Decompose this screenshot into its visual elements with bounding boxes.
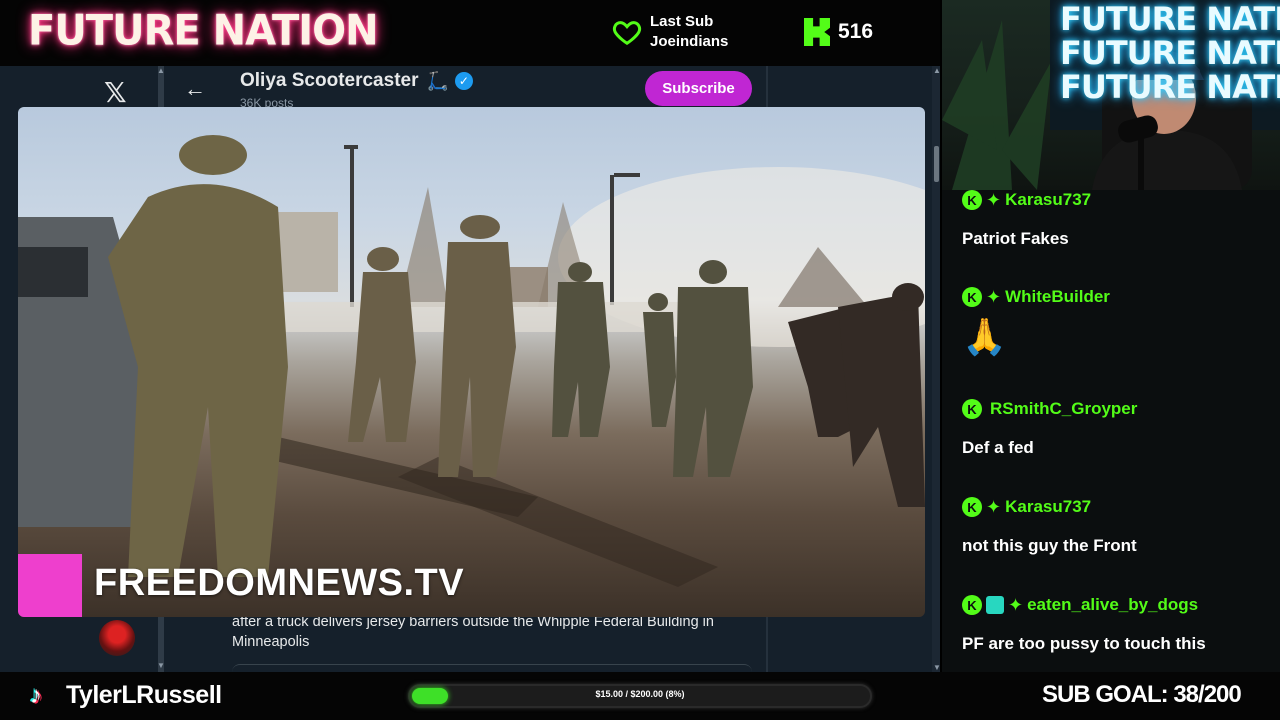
gift-badge-icon — [986, 596, 1004, 614]
profile-header: Oliya Scootercaster 🛴 ✓ — [240, 70, 473, 92]
chat-username[interactable]: Karasu737 — [1005, 190, 1091, 210]
kick-badge-icon: K — [962, 287, 982, 307]
donation-goal-bar: $15.00 / $200.00 (8%) — [408, 684, 872, 708]
next-post-card — [232, 664, 752, 672]
neon-sign-line: FUTURE NATION — [1060, 34, 1280, 72]
scooter-icon: 🛴 — [426, 70, 449, 91]
tiktok-icon: ♪ — [30, 682, 42, 709]
chat-message: K ✦ eaten_alive_by_dogs PF are too pussy… — [962, 595, 1272, 654]
top-banner: FUTURE NATION Last Sub Joeindians 516 — [0, 0, 940, 66]
profile-name: Oliya Scootercaster — [240, 70, 419, 91]
kick-count-value: 516 — [838, 20, 874, 43]
sub-goal: SUB GOAL: 38/200 — [1042, 681, 1242, 708]
video-scene — [18, 135, 925, 587]
chat-message: K ✦ Karasu737 not this guy the Front — [962, 497, 1272, 556]
chat-text: Def a fed — [962, 438, 1034, 457]
praying-hands-emote-icon: 🙏 — [962, 316, 1007, 357]
kick-badge-icon: K — [962, 399, 982, 419]
chat-message: K ✦ WhiteBuilder 🙏 — [962, 287, 1272, 357]
subscriber-badge-icon: ✦ — [986, 497, 1002, 517]
heart-icon — [612, 21, 642, 46]
avatar[interactable] — [99, 620, 135, 656]
kick-badge-icon: K — [962, 190, 982, 210]
tiktok-username: TylerLRussell — [66, 681, 222, 709]
chat-message: K RSmithC_Groyper Def a fed — [962, 399, 1272, 458]
donation-goal-text: $15.00 / $200.00 (8%) — [595, 689, 685, 699]
chat-username[interactable]: WhiteBuilder — [1005, 287, 1110, 307]
sidebar-scroll-down-icon[interactable]: ▼ — [157, 661, 165, 670]
sidebar-scroll-up-icon[interactable]: ▲ — [157, 66, 165, 75]
kick-badge-icon: K — [962, 595, 982, 615]
neon-sign-line: FUTURE NATION — [1060, 68, 1280, 106]
chat-message: K ✦ Karasu737 Patriot Fakes — [962, 190, 1272, 249]
subscriber-badge-icon: ✦ — [1008, 595, 1024, 615]
neon-sign: FUTURE NATION FUTURE NATION FUTURE NATIO… — [1060, 2, 1280, 104]
back-arrow-icon[interactable]: ← — [184, 76, 206, 102]
bottom-bar: ♪ TylerLRussell $15.00 / $200.00 (8%) SU… — [0, 672, 1280, 720]
chat-text: Patriot Fakes — [962, 229, 1069, 248]
last-sub-widget: Last Sub Joeindians — [612, 12, 728, 52]
chat-panel: K ✦ Karasu737 Patriot Fakes K ✦ WhiteBui… — [942, 190, 1280, 672]
scroll-up-icon[interactable]: ▲ — [933, 66, 941, 75]
verified-badge-icon: ✓ — [454, 72, 473, 90]
scroll-thumb[interactable] — [934, 146, 939, 182]
video-watermark: FREEDOMNEWS.TV — [94, 562, 465, 604]
chat-username[interactable]: RSmithC_Groyper — [990, 399, 1137, 419]
watermark-logo-box — [18, 554, 82, 617]
kick-follower-count: 516 — [804, 18, 873, 46]
page-scrollbar[interactable]: ▲ ▼ — [932, 66, 941, 672]
chat-username[interactable]: Karasu737 — [1005, 497, 1091, 517]
scroll-down-icon[interactable]: ▼ — [933, 663, 941, 672]
kick-badge-icon: K — [962, 497, 982, 517]
subscriber-badge-icon: ✦ — [986, 190, 1002, 210]
webcam-feed: FUTURE NATION FUTURE NATION FUTURE NATIO… — [942, 0, 1280, 190]
kick-logo-icon — [804, 18, 830, 46]
last-sub-name: Joeindians — [650, 33, 729, 50]
embedded-video[interactable]: FREEDOMNEWS.TV — [18, 107, 925, 617]
x-logo-icon[interactable]: 𝕏 — [104, 76, 127, 109]
subscriber-badge-icon: ✦ — [986, 287, 1002, 307]
chat-text: not this guy the Front — [962, 536, 1137, 555]
subscribe-button[interactable]: Subscribe — [645, 71, 752, 106]
neon-sign-line: FUTURE NATION — [1060, 0, 1280, 38]
chat-text: PF are too pussy to touch this — [962, 634, 1206, 653]
last-sub-label: Last Sub — [650, 13, 714, 30]
post-caption: after a truck delivers jersey barriers o… — [232, 614, 714, 650]
future-nation-logo: FUTURE NATION — [28, 6, 379, 56]
chat-username[interactable]: eaten_alive_by_dogs — [1027, 595, 1198, 615]
